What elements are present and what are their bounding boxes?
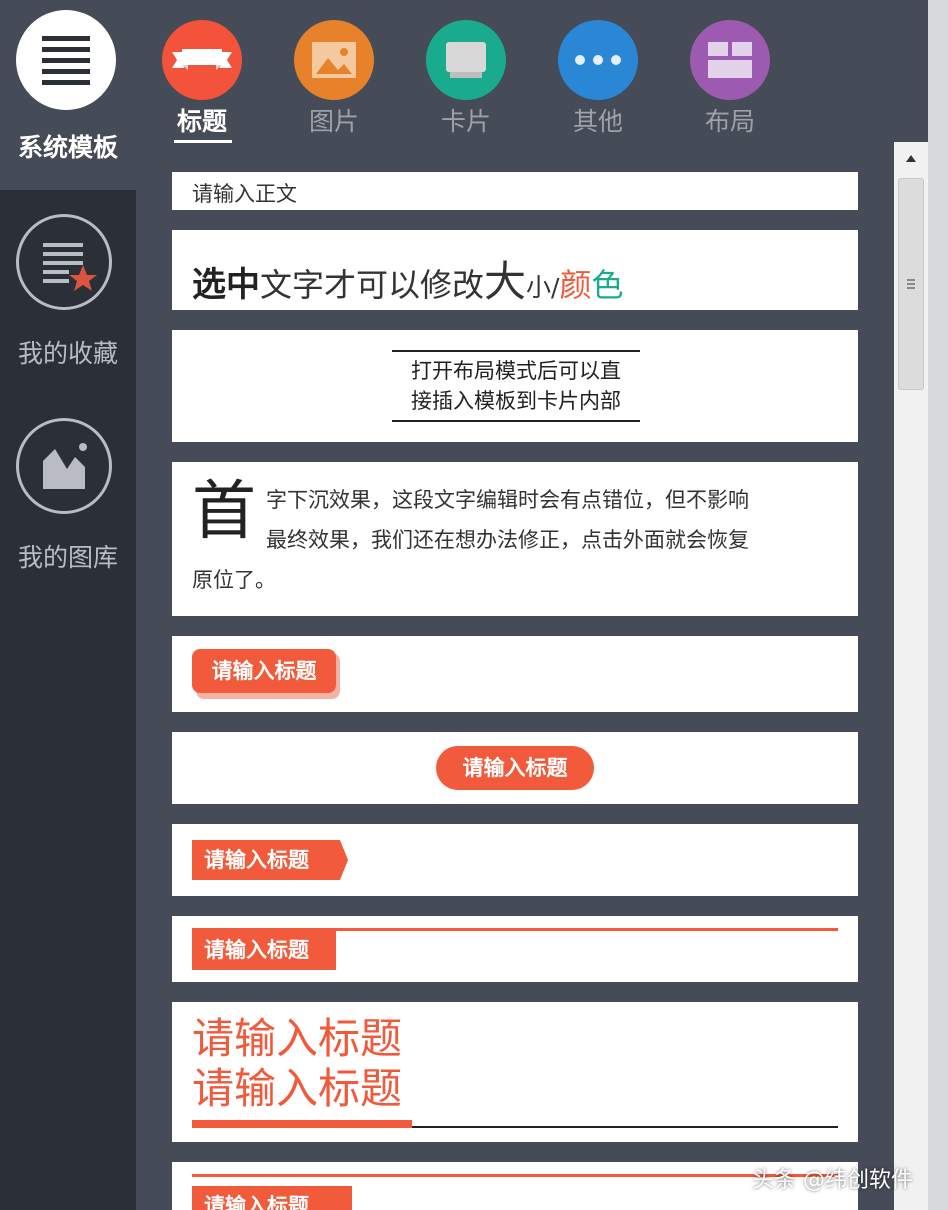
title-slant-label: 请输入标题 xyxy=(192,1186,352,1210)
more-icon xyxy=(558,20,638,100)
gallery-label: 我的图库 xyxy=(17,543,118,572)
card-icon xyxy=(426,20,506,100)
ribbon-icon xyxy=(162,20,242,100)
title-arrow-label: 请输入标题 xyxy=(192,840,330,880)
gallery-image-icon xyxy=(16,418,112,514)
large-title-underline-accent xyxy=(192,1120,412,1128)
body-text-placeholder: 请输入正文 xyxy=(192,182,297,206)
red-text: 颜 xyxy=(559,266,592,304)
template-style-text[interactable]: 选中文字才可以修改大小/颜色 xyxy=(172,230,858,310)
drop-cap-char: 首 xyxy=(192,475,256,549)
title-arrow-tip xyxy=(330,840,348,880)
scroll-thumb[interactable] xyxy=(898,178,924,390)
menu-icon xyxy=(16,10,116,110)
layout-hint-box: 打开布局模式后可以直 接插入模板到卡片内部 xyxy=(392,350,640,422)
template-title-pill[interactable]: 请输入标题 xyxy=(172,732,858,804)
tab-image-label: 图片 xyxy=(308,107,359,136)
right-edge xyxy=(928,0,948,1210)
layout-hint-line1: 打开布局模式后可以直 xyxy=(411,359,621,383)
normal-text: 文字才可以修改 xyxy=(260,266,485,304)
favorites-star-icon xyxy=(16,214,112,310)
grip-icon xyxy=(907,279,915,289)
title-line-label: 请输入标题 xyxy=(192,930,336,970)
title-slant-line xyxy=(192,1174,838,1177)
tab-card[interactable]: 卡片 xyxy=(426,20,506,136)
drop-cap-line1: 字下沉效果，这段文字编辑时会有点错位，但不影响 xyxy=(266,488,749,512)
drop-cap-line2: 最终效果，我们还在想办法修正，点击外面就会恢复 xyxy=(266,528,749,552)
tab-layout[interactable]: 布局 xyxy=(690,20,770,136)
system-templates-nav[interactable]: 系统模板 xyxy=(0,0,136,190)
tab-image[interactable]: 图片 xyxy=(294,20,374,136)
layout-icon xyxy=(690,20,770,100)
favorites-label: 我的收藏 xyxy=(17,339,118,368)
tab-title-label: 标题 xyxy=(176,107,227,136)
scrollbar[interactable] xyxy=(894,142,928,1210)
large-text: 大 xyxy=(484,257,527,306)
scroll-up-arrow-icon[interactable] xyxy=(894,142,928,172)
drop-cap-line3: 原位了。 xyxy=(192,568,276,592)
active-tab-indicator xyxy=(174,140,232,143)
style-text-line: 选中文字才可以修改大小/颜色 xyxy=(192,248,624,309)
template-drop-cap[interactable]: 首 字下沉效果，这段文字编辑时会有点错位，但不影响 最终效果，我们还在想办法修正… xyxy=(172,462,858,616)
teal-text: 色 xyxy=(591,266,624,304)
template-title-large[interactable]: 请输入标题 请输入标题 xyxy=(172,1002,858,1142)
tab-title[interactable]: 标题 xyxy=(162,20,242,143)
image-icon xyxy=(294,20,374,100)
layout-hint-line2: 接插入模板到卡片内部 xyxy=(411,389,621,413)
system-templates-label: 系统模板 xyxy=(17,133,118,162)
watermark: 头条 @纬创软件 xyxy=(752,1168,913,1193)
tab-layout-label: 布局 xyxy=(704,107,755,136)
tab-other[interactable]: 其他 xyxy=(558,20,638,136)
large-title-underline xyxy=(412,1126,838,1128)
title-rounded-label: 请输入标题 xyxy=(192,649,336,693)
template-list: 请输入正文 选中文字才可以修改大小/颜色 打开布局模式后可以直 接插入模板到卡片… xyxy=(172,150,858,1210)
large-title-line2: 请输入标题 xyxy=(192,1064,403,1113)
small-text: 小/ xyxy=(526,273,560,302)
tab-other-label: 其他 xyxy=(572,107,623,136)
tab-card-label: 卡片 xyxy=(440,107,491,136)
template-body-text[interactable]: 请输入正文 xyxy=(172,172,858,210)
template-title-line[interactable]: 请输入标题 xyxy=(172,916,858,982)
large-title-line1: 请输入标题 xyxy=(192,1014,403,1063)
template-title-rounded[interactable]: 请输入标题 xyxy=(172,636,858,712)
sidebar: 系统模板 我的收藏 我的图库 xyxy=(0,0,136,1210)
template-title-arrow[interactable]: 请输入标题 xyxy=(172,824,858,896)
template-layout-hint[interactable]: 打开布局模式后可以直 接插入模板到卡片内部 xyxy=(172,330,858,442)
bold-text: 选中 xyxy=(192,265,260,305)
title-pill-label: 请输入标题 xyxy=(436,746,594,790)
